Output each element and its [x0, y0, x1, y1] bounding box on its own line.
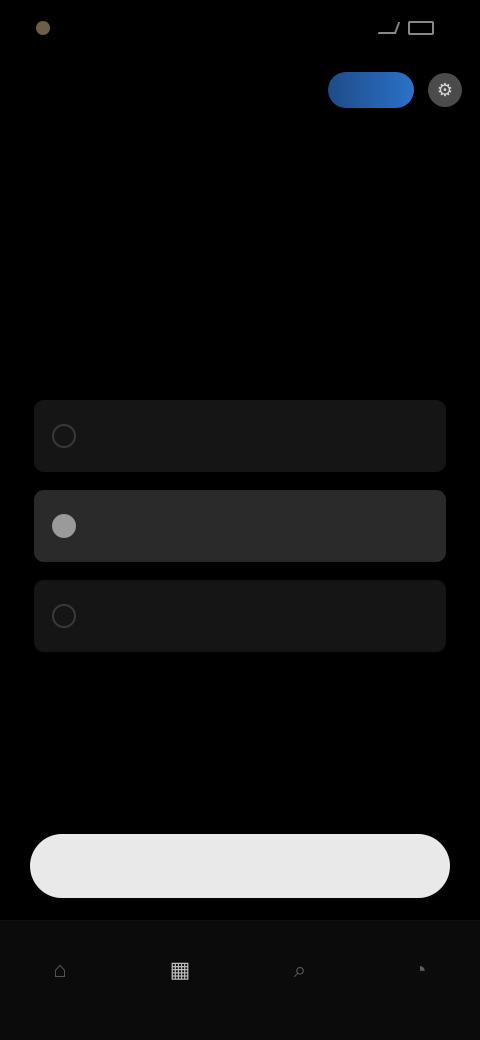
- search-icon: ⌕: [293, 956, 307, 982]
- settings-button[interactable]: ⚙: [428, 73, 462, 107]
- home-icon: ⌂: [53, 956, 67, 982]
- nav-item-2[interactable]: ▦: [138, 956, 222, 991]
- status-indicator-icon: [36, 21, 50, 35]
- profile-icon: ◔: [413, 956, 427, 982]
- nav-item-3[interactable]: ⌕: [258, 956, 342, 991]
- status-left: [36, 21, 60, 35]
- signal-icon: [377, 22, 401, 34]
- nav-item-4[interactable]: ◔: [378, 956, 462, 991]
- battery-icon: [408, 21, 434, 35]
- grid-icon: ▦: [169, 956, 191, 982]
- nav-item-1[interactable]: ⌂: [18, 956, 102, 991]
- gear-icon: ⚙: [436, 79, 454, 100]
- intro-section: [38, 150, 442, 164]
- primary-action-button[interactable]: [30, 834, 450, 898]
- radio-icon: [52, 604, 76, 628]
- radio-icon: [52, 424, 76, 448]
- status-right: [377, 21, 444, 35]
- pro-badge-button[interactable]: [328, 72, 414, 108]
- header-actions: ⚙: [328, 72, 462, 108]
- option-item-1[interactable]: [34, 400, 446, 472]
- bottom-navigation: ⌂ ▦ ⌕ ◔: [0, 920, 480, 1040]
- status-bar: [0, 0, 480, 56]
- option-item-2[interactable]: [34, 490, 446, 562]
- radio-selected-icon: [52, 514, 76, 538]
- option-item-3[interactable]: [34, 580, 446, 652]
- option-list: [34, 400, 446, 652]
- top-header: ⚙: [18, 62, 462, 118]
